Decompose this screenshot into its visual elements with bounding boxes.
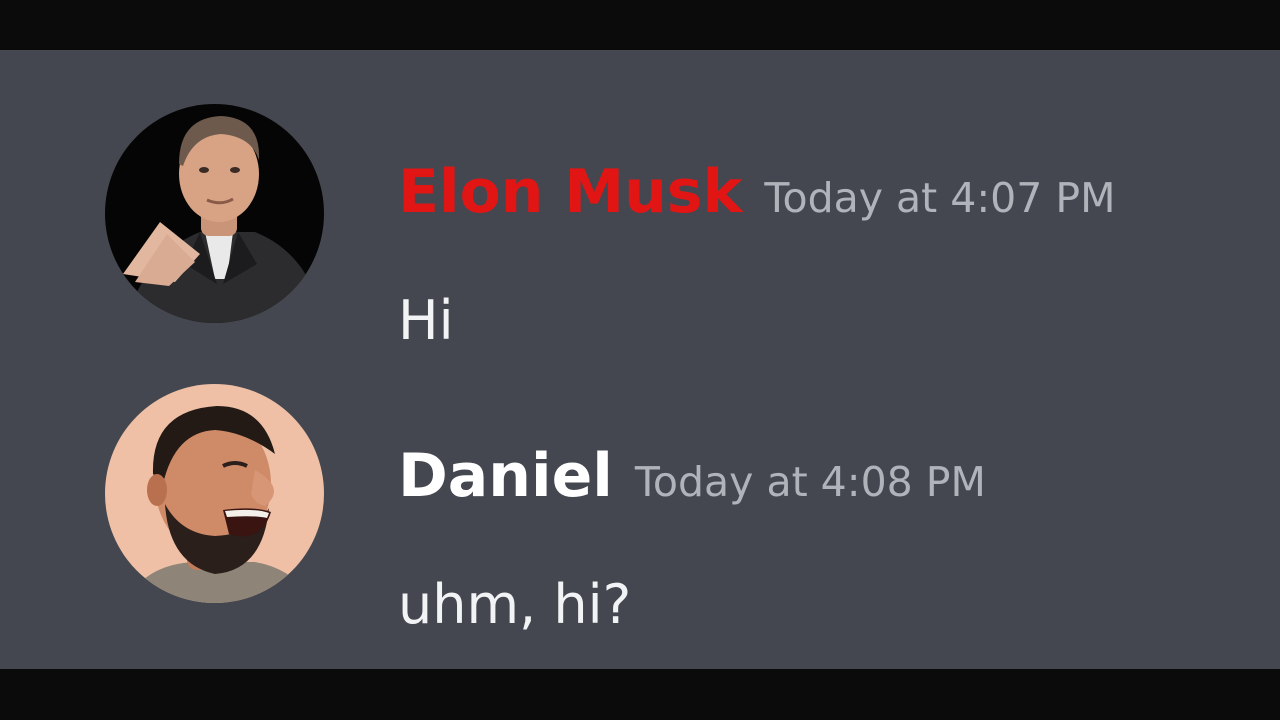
- avatar-photo-icon: [105, 384, 324, 603]
- message-header: Daniel Today at 4:08 PM: [398, 446, 986, 506]
- chat-message: Elon Musk Today at 4:07 PM Hi: [0, 104, 1280, 348]
- user-avatar-elon[interactable]: [105, 104, 324, 323]
- user-avatar-daniel[interactable]: [105, 384, 324, 603]
- message-timestamp: Today at 4:08 PM: [634, 458, 986, 506]
- letterbox-bottom: [0, 669, 1280, 720]
- message-header: Elon Musk Today at 4:07 PM: [398, 162, 1115, 222]
- author-name[interactable]: Daniel: [398, 441, 613, 511]
- message-text: Hi: [398, 289, 454, 352]
- chat-message: Daniel Today at 4:08 PM uhm, hi?: [0, 384, 1280, 632]
- message-text: uhm, hi?: [398, 573, 632, 636]
- letterbox-top: [0, 0, 1280, 50]
- avatar-photo-icon: [105, 104, 324, 323]
- chat-message-list: Elon Musk Today at 4:07 PM Hi Daniel Tod…: [0, 50, 1280, 669]
- message-timestamp: Today at 4:07 PM: [764, 174, 1116, 222]
- author-name[interactable]: Elon Musk: [398, 157, 742, 227]
